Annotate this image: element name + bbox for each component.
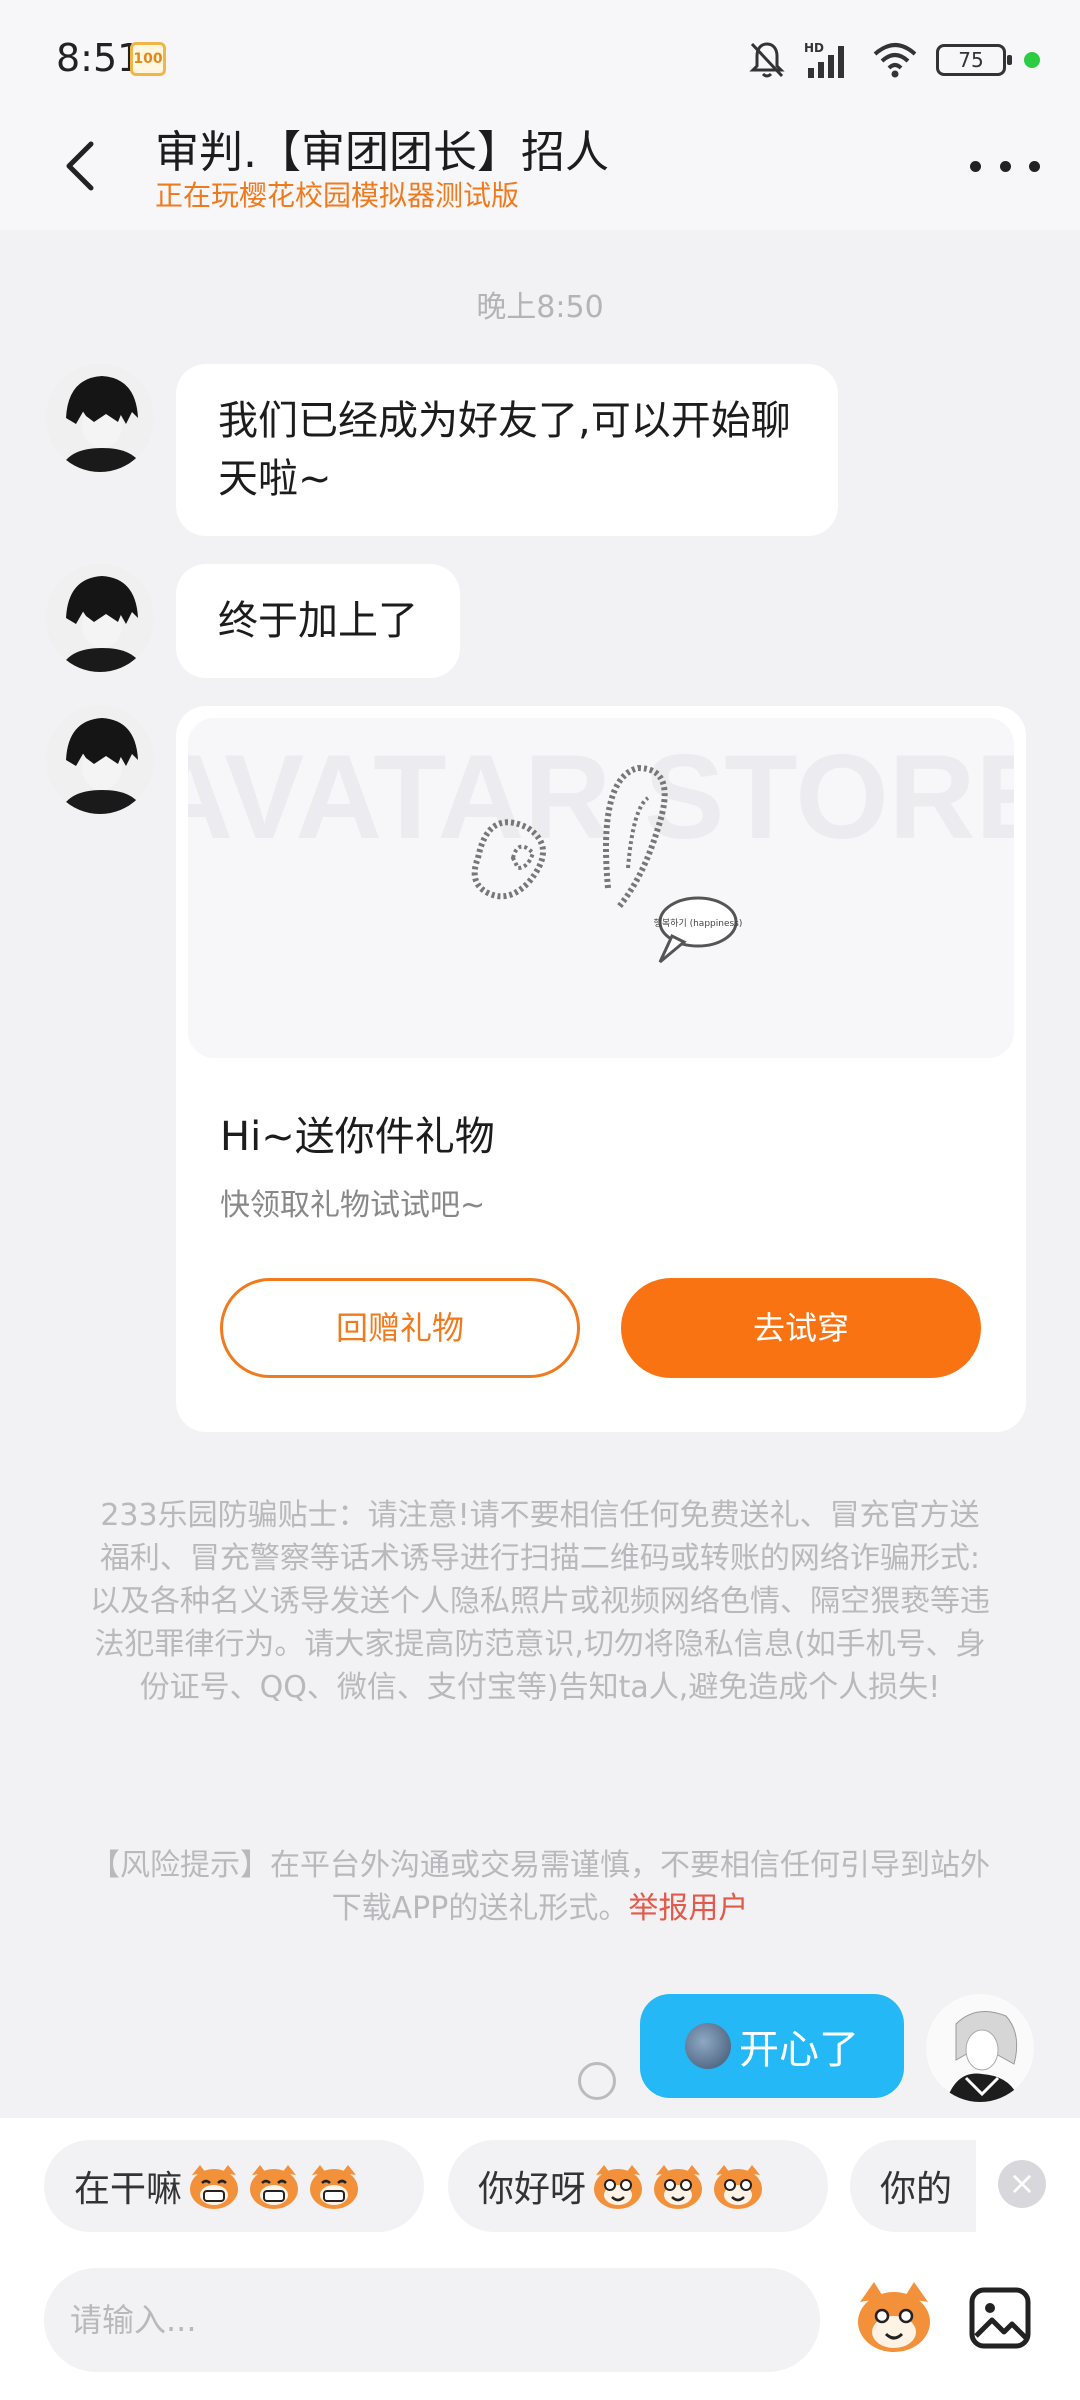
message-timestamp: 晚上8:50 [476, 290, 604, 325]
mute-bell-icon [749, 42, 785, 78]
dot-icon [1029, 160, 1040, 172]
quick-reply-chip[interactable]: 你好呀 [448, 2140, 828, 2232]
my-message-bubble: 开心了 [640, 1994, 904, 2098]
my-message-text: 开心了 [739, 2027, 859, 2073]
friend-avatar[interactable] [46, 706, 154, 814]
privacy-dot [1024, 52, 1040, 68]
moon-emoji-icon [685, 2023, 731, 2069]
speech-text: 행복하기 (happiness) [654, 917, 743, 929]
message-input[interactable]: 请输入... [44, 2268, 820, 2372]
mascot-emoji-icon [858, 2282, 930, 2352]
image-button[interactable] [968, 2286, 1032, 2350]
smiling-mascot-icon [650, 2161, 706, 2211]
gift-card[interactable]: AVATAR STORE 행복하기 (happiness) Hi~送你件礼物 快… [176, 706, 1026, 1432]
quick-reply-chip[interactable]: 在干嘛 [44, 2140, 424, 2232]
speech-bubble-icon: 행복하기 (happiness) [654, 896, 743, 964]
laughing-mascot-icon [186, 2161, 242, 2211]
try-on-button[interactable]: 去试穿 [621, 1278, 981, 1378]
chat-subtitle[interactable]: 正在玩樱花校园模拟器测试版 [155, 174, 519, 214]
avatar-image [926, 1994, 1034, 2102]
smiling-mascot-icon [590, 2161, 646, 2211]
send-status-icon [578, 2062, 616, 2100]
dot-icon [999, 160, 1011, 172]
message-bubble: 终于加上了 [176, 564, 460, 678]
chat-title: 审判.【审团团长】招人 [155, 127, 609, 178]
quick-reply-chip[interactable]: 你的 [850, 2140, 976, 2232]
return-gift-button[interactable]: 回赠礼物 [220, 1278, 580, 1378]
gift-title: Hi~送你件礼物 [220, 1114, 495, 1160]
friend-avatar[interactable] [46, 564, 154, 672]
signal-icon: HD [804, 41, 844, 78]
watermark-text: AVATAR STORE [188, 730, 1014, 864]
bottom-panel: 在干嘛 你好呀 你的 × 请输入... [0, 2118, 1080, 2400]
avatar-image [46, 564, 154, 672]
report-user-link[interactable]: 举报用户 [628, 1891, 748, 1926]
anti-fraud-notice: 233乐园防骗贴士：请注意!请不要相信任何免费送礼、冒充官方送福利、冒充警察等话… [90, 1498, 990, 1705]
risk-notice-text: 【风险提示】在平台外沟通或交易需谨慎，不要相信任何引导到站外下载APP的送礼形式… [90, 1848, 990, 1926]
back-button[interactable] [50, 136, 110, 196]
avatar-image [46, 364, 154, 472]
battery-icon: 75 [936, 44, 1012, 76]
laughing-mascot-icon [306, 2161, 362, 2211]
emoji-button[interactable] [852, 2276, 936, 2360]
status-bar: 8:51 100 HD 75 [0, 0, 1080, 110]
smiling-mascot-icon [710, 2161, 766, 2211]
quick-reply-text: 你好呀 [478, 2169, 587, 2210]
friend-avatar[interactable] [46, 364, 154, 472]
message-bubble: 我们已经成为好友了,可以开始聊天啦~ [176, 364, 838, 536]
laughing-mascot-icon [246, 2161, 302, 2211]
chat-header: 审判.【审团团长】招人 正在玩樱花校园模拟器测试版 [0, 110, 1080, 230]
quick-reply-text: 在干嘛 [74, 2169, 183, 2210]
dot-icon [970, 160, 981, 172]
chevron-left-icon [66, 141, 94, 191]
gift-description: 快领取礼物试试吧~ [220, 1188, 486, 1223]
svg-text:HD: HD [804, 41, 824, 55]
gift-image[interactable]: AVATAR STORE 행복하기 (happiness) [188, 718, 1014, 1058]
app-badge-icon: 100 [130, 42, 166, 76]
status-time: 8:51 [56, 36, 142, 80]
status-icons: HD 75 [748, 38, 1040, 82]
risk-notice: 【风险提示】在平台外沟通或交易需谨慎，不要相信任何引导到站外下载APP的送礼形式… [90, 1844, 990, 1930]
more-options-button[interactable] [970, 146, 1040, 186]
wifi-icon [873, 43, 917, 78]
picture-icon [969, 2287, 1031, 2349]
quick-reply-text: 你的 [880, 2169, 953, 2210]
my-avatar[interactable] [926, 1994, 1034, 2102]
avatar-image [46, 706, 154, 814]
close-quick-replies-button[interactable]: × [998, 2160, 1046, 2208]
